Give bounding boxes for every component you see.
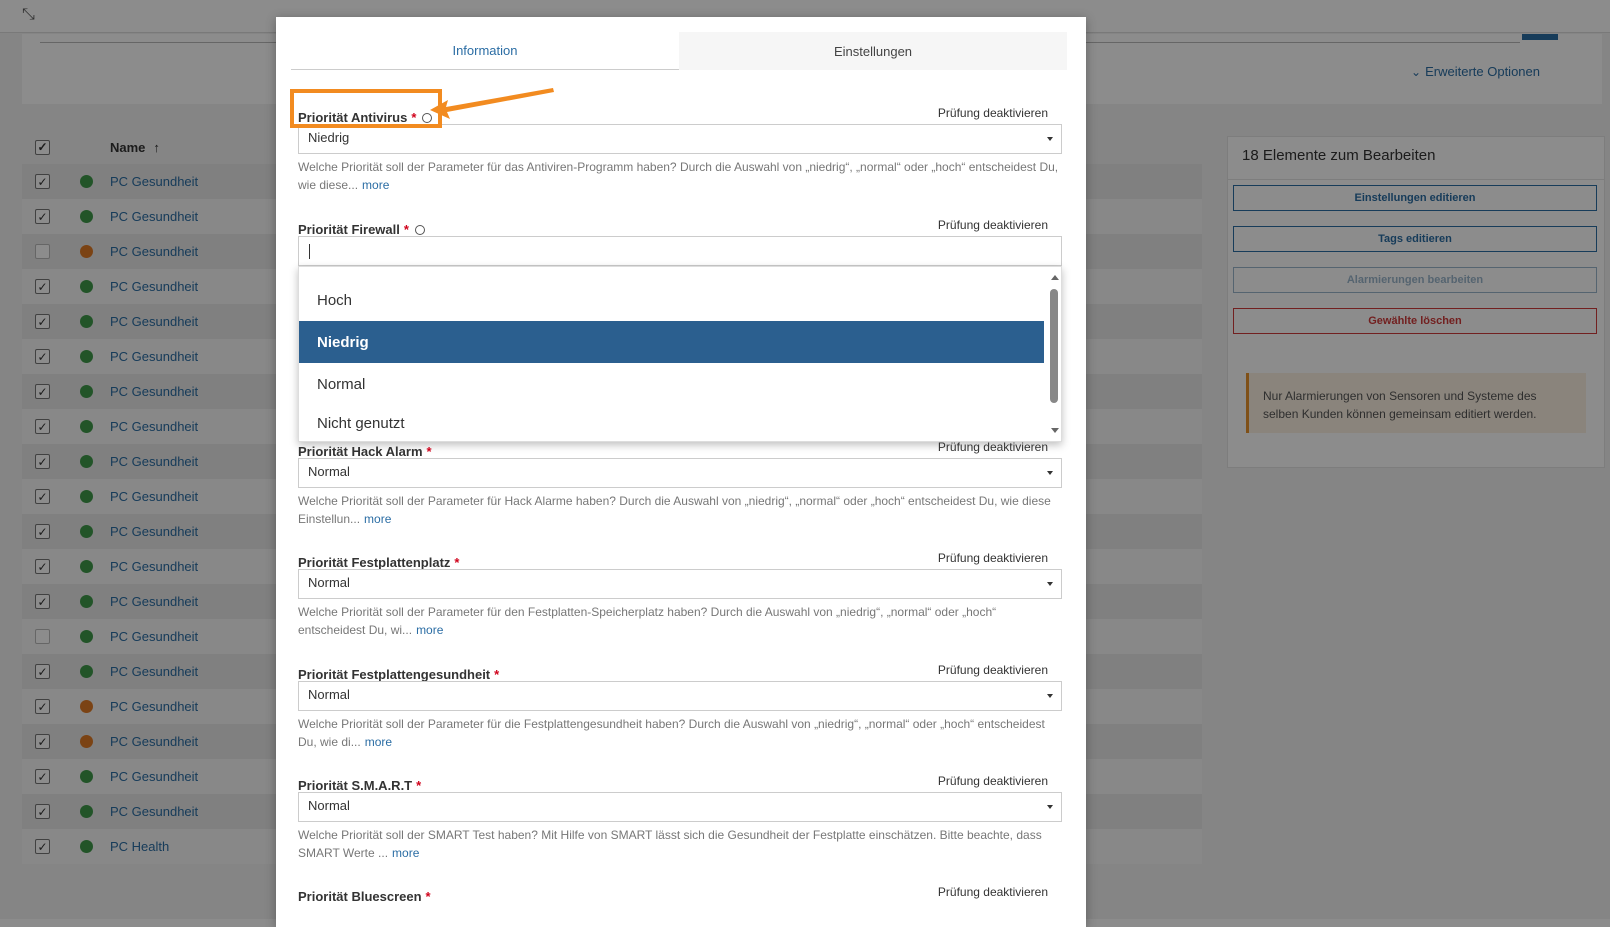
required-marker: * [454,555,460,570]
priority-select[interactable]: Niedrig [298,124,1062,154]
modal-tabs: Information Einstellungen [291,32,1067,70]
settings-modal: Information Einstellungen Priorität Anti… [276,17,1086,927]
field-description: Welche Priorität soll der Parameter für … [298,715,1062,751]
field-label: Priorität Firewall * [298,222,425,237]
field-label-text: Priorität S.M.A.R.T [298,778,413,793]
caret-down-icon [1047,471,1053,475]
option-niedrig[interactable]: Niedrig [299,321,1044,363]
priority-select[interactable]: Normal [298,681,1062,711]
field-label: Priorität Bluescreen * [298,889,431,904]
field-label: Priorität Festplattenplatz * [298,555,459,570]
required-marker: * [494,667,500,682]
field-description: Welche Priorität soll der SMART Test hab… [298,826,1062,862]
caret-down-icon [1047,694,1053,698]
disable-check-link[interactable]: Prüfung deaktivieren [938,774,1048,788]
select-value: Normal [308,687,350,702]
field-label-text: Priorität Firewall [298,222,400,237]
disable-check-link[interactable]: Prüfung deaktivieren [938,218,1048,232]
field-label-text: Priorität Festplattengesundheit [298,667,491,682]
field-label: Priorität Festplattengesundheit * [298,667,499,682]
disable-check-link[interactable]: Prüfung deaktivieren [938,440,1048,454]
description-text: Welche Priorität soll der Parameter für … [298,494,1051,526]
caret-down-icon [1047,582,1053,586]
priority-select[interactable]: Normal [298,458,1062,488]
highlight-box [290,89,442,128]
caret-down-icon [1047,805,1053,809]
required-marker: * [403,222,409,237]
tab-settings[interactable]: Einstellungen [679,32,1067,70]
tab-information[interactable]: Information [291,32,679,70]
field-description: Welche Priorität soll der Parameter für … [298,603,1062,639]
required-marker: * [416,778,422,793]
priority-dropdown-list: Hoch Niedrig Normal Nicht genutzt [298,266,1062,442]
annotation-arrow-icon [430,88,554,119]
field-label: Priorität S.M.A.R.T * [298,778,421,793]
field-label: Priorität Hack Alarm * [298,444,432,459]
text-cursor [309,244,310,259]
select-value: Niedrig [308,130,350,145]
disable-check-link[interactable]: Prüfung deaktivieren [938,106,1048,120]
description-text: Welche Priorität soll der Parameter für … [298,717,1045,749]
description-text: Welche Priorität soll der Parameter für … [298,605,997,637]
caret-down-icon [1047,137,1053,141]
option-nicht-genutzt[interactable]: Nicht genutzt [299,405,1044,441]
required-marker: * [425,889,431,904]
disable-check-link[interactable]: Prüfung deaktivieren [938,663,1048,677]
scroll-down-icon[interactable] [1051,428,1059,433]
required-marker: * [426,444,432,459]
more-link[interactable]: more [365,735,392,749]
dropdown-scrollbar[interactable] [1047,267,1061,441]
field-description: Welche Priorität soll der Parameter für … [298,158,1062,194]
more-link[interactable]: more [392,846,419,860]
field-description: Welche Priorität soll der Parameter für … [298,492,1062,528]
scroll-thumb[interactable] [1050,289,1058,403]
disable-check-link[interactable]: Prüfung deaktivieren [938,551,1048,565]
description-text: Welche Priorität soll der Parameter für … [298,160,1059,192]
field-label-text: Priorität Hack Alarm [298,444,423,459]
more-link[interactable]: more [364,512,391,526]
field-label-text: Priorität Bluescreen [298,889,422,904]
more-link[interactable]: more [416,623,443,637]
scroll-up-icon[interactable] [1051,275,1059,280]
select-value: Normal [308,798,350,813]
disable-check-link[interactable]: Prüfung deaktivieren [938,885,1048,899]
select-value: Normal [308,464,350,479]
select-value: Normal [308,575,350,590]
more-link[interactable]: more [362,178,389,192]
field-label-text: Priorität Festplattenplatz [298,555,451,570]
priority-search-input[interactable] [298,236,1062,266]
info-icon[interactable] [414,224,425,235]
priority-select[interactable]: Normal [298,569,1062,599]
option-normal[interactable]: Normal [299,363,1044,405]
option-hoch[interactable]: Hoch [299,279,1044,321]
priority-select[interactable]: Normal [298,792,1062,822]
